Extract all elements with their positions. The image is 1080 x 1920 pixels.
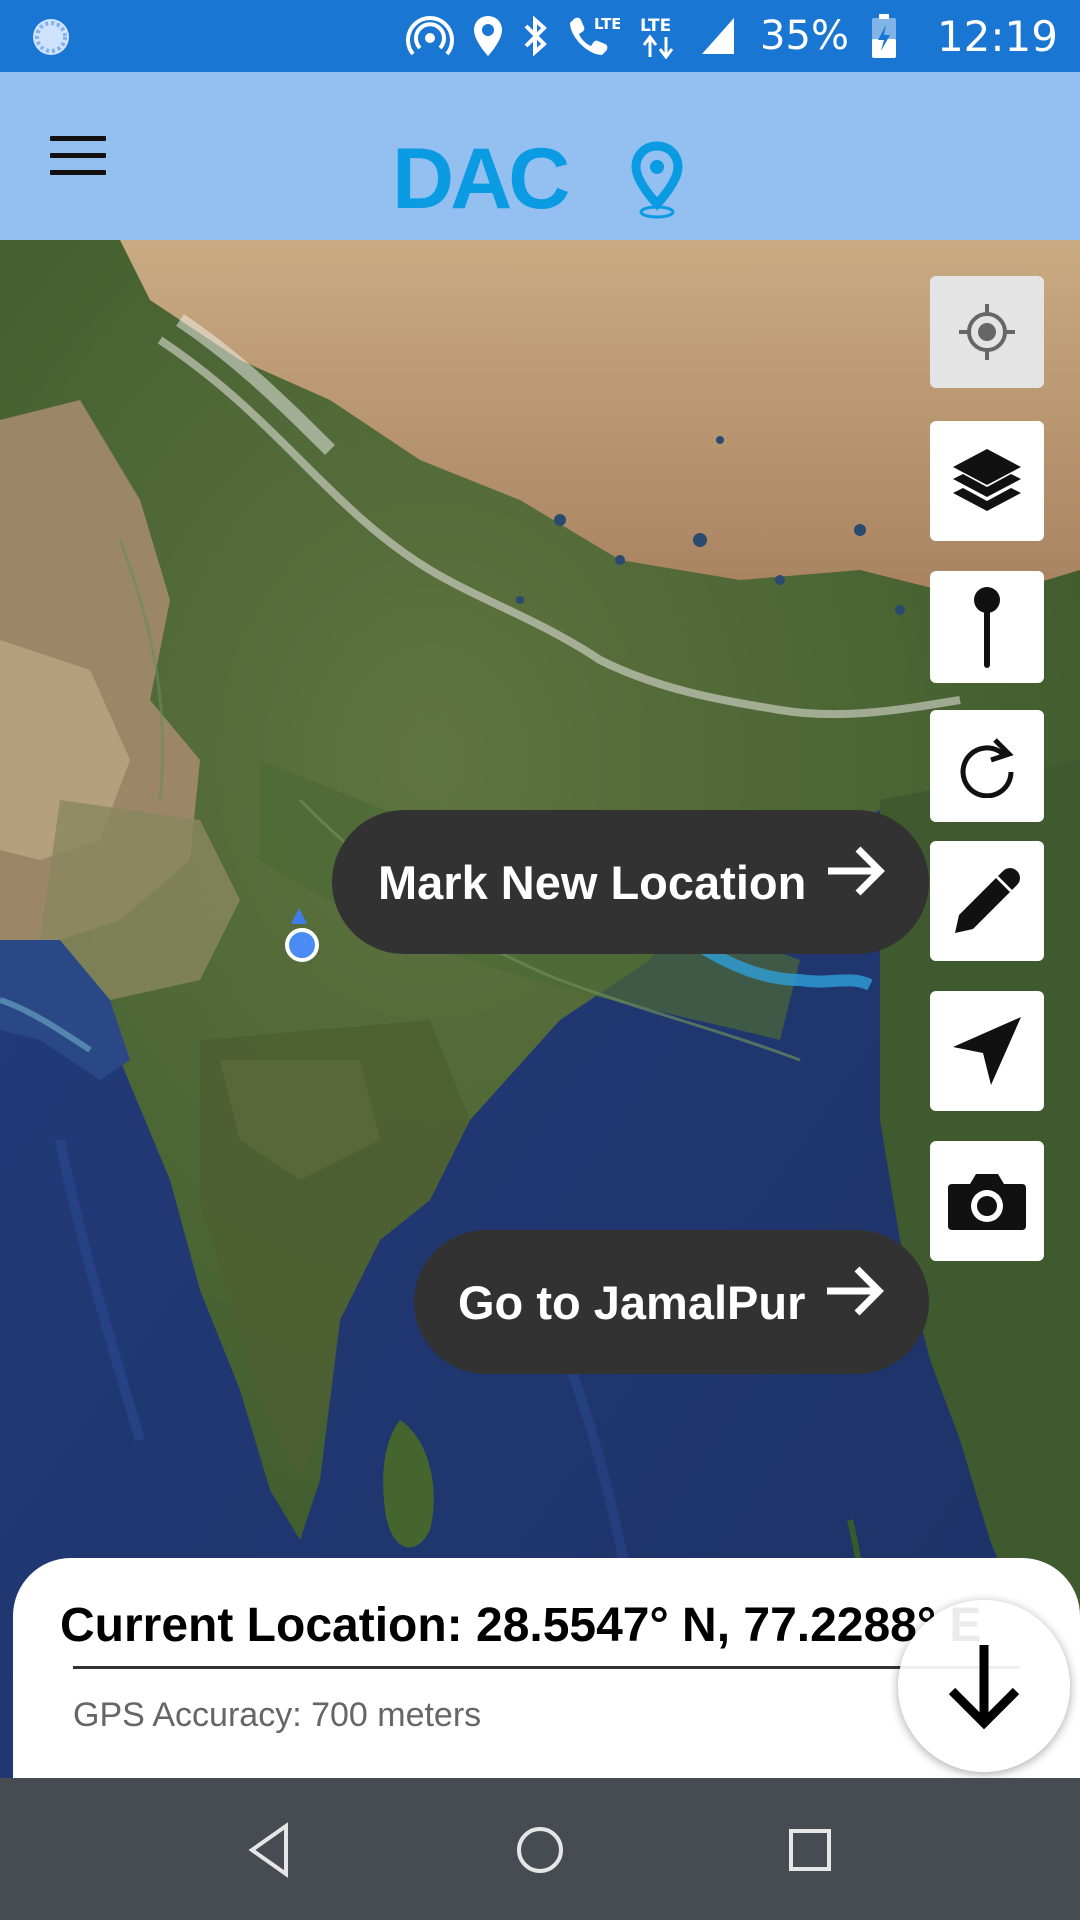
layers-button[interactable]: [930, 421, 1044, 541]
refresh-icon: [960, 738, 1014, 798]
app-bar: DAC: [0, 72, 1080, 240]
status-bar: LTE LTE 35% 12:19: [0, 0, 1080, 72]
sync-icon: [33, 19, 69, 55]
collapse-panel-button[interactable]: [898, 1600, 1070, 1772]
camera-icon: [948, 1174, 1026, 1230]
user-location-dot: [285, 928, 319, 962]
hotspot-icon: [406, 16, 455, 56]
user-heading-indicator: [291, 908, 307, 924]
status-icons: LTE LTE: [406, 13, 736, 59]
system-nav-bar: [0, 1778, 1080, 1920]
hamburger-icon: [50, 136, 106, 175]
go-to-jamalpur-button[interactable]: Go to JamalPur: [414, 1230, 929, 1374]
map-imagery: [0, 240, 1080, 1778]
signal-icon: [702, 18, 735, 54]
mark-new-location-button[interactable]: Mark New Location: [332, 810, 929, 954]
arrow-right-icon: [828, 846, 886, 896]
drop-pin-button[interactable]: [930, 571, 1044, 683]
mark-new-location-label: Mark New Location: [378, 855, 807, 909]
clock: 12:19: [936, 11, 1058, 61]
dac-logo: DAC: [392, 131, 683, 220]
back-button[interactable]: [238, 1818, 302, 1882]
svg-text:LTE: LTE: [640, 16, 671, 36]
bluetooth-icon: [524, 15, 547, 57]
refresh-button[interactable]: [930, 710, 1044, 822]
location-icon: [474, 16, 503, 56]
svg-text:LTE: LTE: [594, 15, 620, 33]
lte-call-icon: LTE: [570, 15, 620, 55]
layers-icon: [953, 449, 1021, 511]
my-location-button[interactable]: [930, 276, 1044, 388]
menu-button[interactable]: [50, 136, 106, 178]
lte-data-icon: LTE: [640, 16, 674, 59]
recents-button[interactable]: [778, 1818, 842, 1882]
battery-percent: 35%: [760, 13, 849, 59]
home-icon: [517, 1827, 563, 1873]
location-divider: [73, 1666, 1020, 1669]
arrow-down-icon: [948, 1645, 1020, 1730]
gps-accuracy-text: GPS Accuracy: 700 meters: [73, 1696, 482, 1734]
battery-charging-icon: [871, 14, 896, 58]
my-location-icon: [959, 304, 1015, 360]
navigate-button[interactable]: [930, 991, 1044, 1111]
recents-icon: [789, 1829, 831, 1871]
pin-icon: [974, 587, 1000, 668]
home-button[interactable]: [508, 1818, 572, 1882]
pencil-icon: [955, 868, 1020, 933]
navigation-icon: [953, 1017, 1021, 1085]
camera-button[interactable]: [930, 1141, 1044, 1261]
go-to-jamalpur-label: Go to JamalPur: [458, 1275, 806, 1329]
edit-button[interactable]: [930, 841, 1044, 961]
back-icon: [248, 1822, 288, 1878]
arrow-right-icon: [827, 1266, 885, 1316]
svg-text:DAC: DAC: [392, 131, 568, 220]
satellite-map[interactable]: Mark New Location Go to JamalPur: [0, 240, 1080, 1778]
current-location-text: Current Location: 28.5547° N, 77.2288° E: [60, 1599, 982, 1652]
